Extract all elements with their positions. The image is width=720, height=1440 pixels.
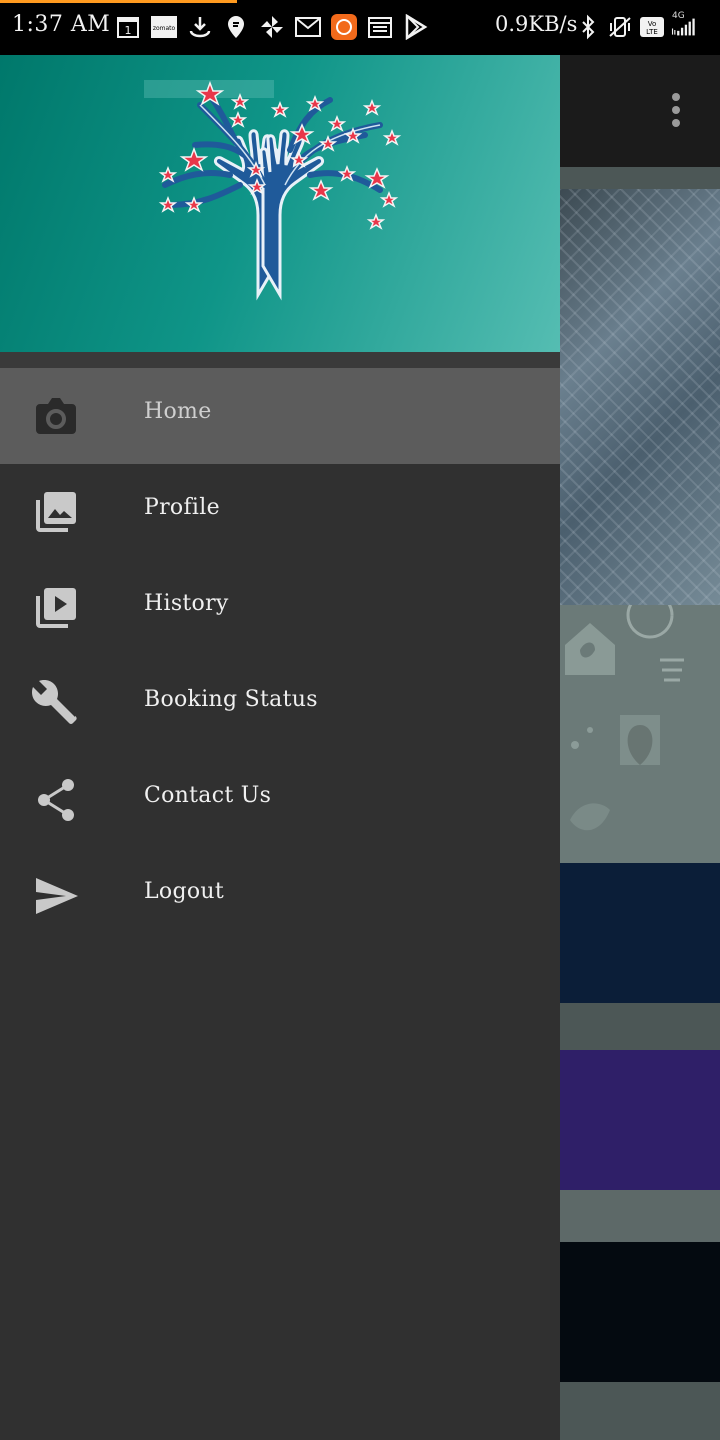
banner-image-plastic xyxy=(560,189,720,605)
video-library-icon xyxy=(32,584,80,632)
banner-image-purple xyxy=(560,1050,720,1190)
menu-item-profile[interactable]: Profile xyxy=(0,464,560,560)
banner-image-black xyxy=(560,1242,720,1382)
banner-image-dark-blue xyxy=(560,863,720,1003)
banner-image-text xyxy=(560,1190,720,1242)
menu-label-home: Home xyxy=(144,399,212,424)
share-icon xyxy=(32,776,80,824)
download-icon xyxy=(186,13,214,41)
menu-label-profile: Profile xyxy=(144,495,220,520)
send-icon xyxy=(32,872,80,920)
status-time: 1:37 AM xyxy=(12,12,111,37)
menu-item-booking-status[interactable]: Booking Status xyxy=(0,656,560,752)
gmail-icon xyxy=(294,13,322,41)
swiggy-icon xyxy=(222,13,250,41)
app-orange-icon xyxy=(330,13,358,41)
menu-label-history: History xyxy=(144,591,229,616)
calendar-icon: 1 xyxy=(114,13,142,41)
svg-text:1: 1 xyxy=(125,24,132,37)
tree-hands-logo xyxy=(144,80,402,301)
photo-library-icon xyxy=(32,488,80,536)
app-bar xyxy=(560,55,720,167)
navigation-drawer: Home Profile History Booking Status Cont… xyxy=(0,55,560,1440)
volte-icon: Vo LTE xyxy=(639,13,665,41)
menu-label-booking-status: Booking Status xyxy=(144,687,318,712)
pinwheel-icon xyxy=(258,13,286,41)
wrench-icon xyxy=(32,680,80,728)
more-vert-icon[interactable] xyxy=(668,93,684,129)
status-progress-indicator xyxy=(0,0,237,3)
status-bar: 1:37 AM 1 zomato 0.9KB/s Vo LTE 4G xyxy=(0,0,720,55)
header-divider xyxy=(0,352,560,368)
play-store-icon xyxy=(402,13,430,41)
vibrate-off-icon xyxy=(607,13,633,41)
camera-icon xyxy=(32,392,80,440)
zomato-icon: zomato xyxy=(150,13,178,41)
main-content-dimmed[interactable] xyxy=(560,55,720,1440)
svg-text:zomato: zomato xyxy=(153,25,176,32)
drawer-menu: Home Profile History Booking Status Cont… xyxy=(0,368,560,944)
news-icon xyxy=(366,13,394,41)
menu-item-contact-us[interactable]: Contact Us xyxy=(0,752,560,848)
network-type: 4G xyxy=(672,11,685,21)
drawer-header xyxy=(0,55,560,352)
bluetooth-icon xyxy=(575,13,601,41)
svg-text:LTE: LTE xyxy=(646,28,658,36)
menu-item-history[interactable]: History xyxy=(0,560,560,656)
menu-item-logout[interactable]: Logout xyxy=(0,848,560,944)
menu-label-logout: Logout xyxy=(144,879,224,904)
network-speed: 0.9KB/s xyxy=(495,12,578,36)
menu-item-home[interactable]: Home xyxy=(0,368,560,464)
notification-icons: 1 zomato xyxy=(114,13,430,41)
menu-label-contact-us: Contact Us xyxy=(144,783,272,808)
svg-text:Vo: Vo xyxy=(648,20,657,28)
banner-image-eco xyxy=(560,591,720,863)
